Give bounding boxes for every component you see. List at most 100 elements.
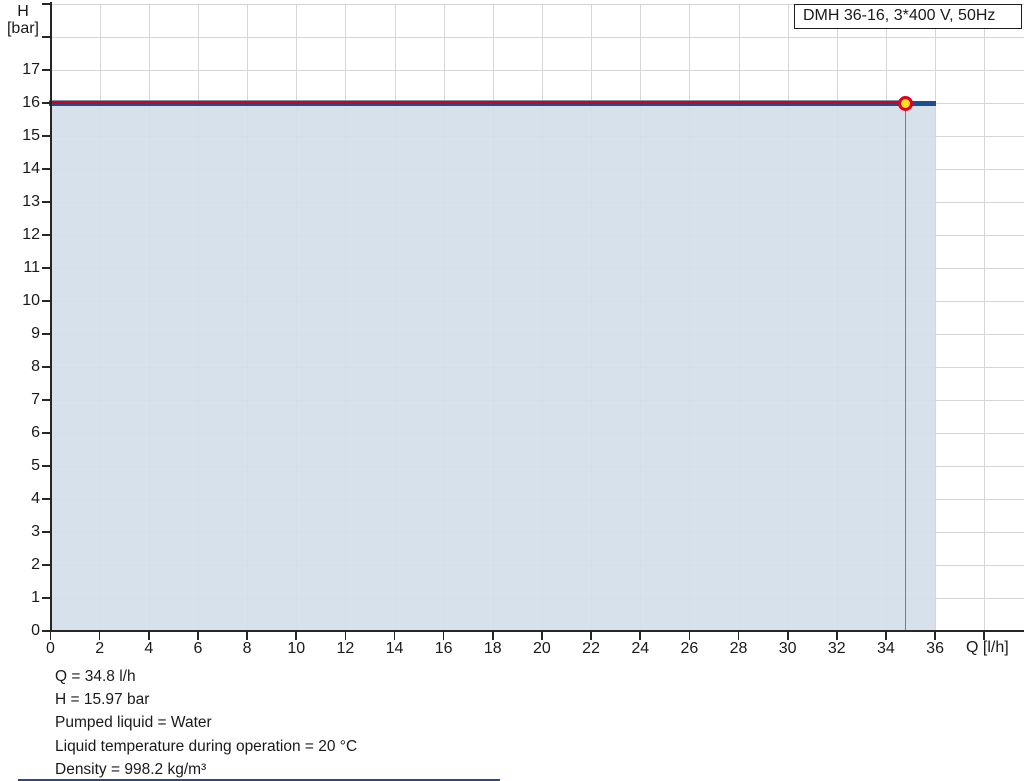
x-tick — [885, 632, 887, 640]
area-fill — [50, 106, 936, 630]
x-tick — [49, 632, 52, 640]
v-gridline — [984, 4, 986, 631]
x-tick — [246, 632, 248, 640]
y-tick — [42, 168, 50, 170]
x-tick — [393, 632, 396, 640]
operating-point-marker[interactable] — [898, 95, 914, 111]
y-tick-label: 0 — [31, 622, 40, 639]
selected-duty-range-curve — [49, 101, 906, 104]
y-tick — [42, 432, 50, 434]
y-tick-label: 4 — [31, 490, 40, 507]
y-tick-label: 17 — [22, 61, 40, 78]
y-axis-line — [49, 2, 52, 632]
x-tick — [492, 632, 494, 640]
y-tick-label: 6 — [31, 424, 40, 441]
y-tick-label: 8 — [31, 358, 40, 375]
pump-curve-chart: H [bar] Q [l/h] DMH 36-16, 3*400 V, 50Hz… — [0, 0, 1024, 781]
x-tick — [295, 632, 298, 640]
x-tick-label: 24 — [631, 640, 650, 657]
x-tick-label: 18 — [483, 640, 502, 657]
x-tick — [197, 632, 199, 640]
curve-top-edge — [49, 100, 906, 102]
x-tick — [934, 632, 936, 640]
v-gridline — [935, 4, 937, 631]
y-tick — [42, 531, 50, 533]
x-tick-label: 22 — [582, 640, 600, 657]
y-tick — [42, 564, 50, 566]
y-tick — [42, 465, 50, 467]
y-tick-label: 3 — [31, 523, 40, 540]
x-tick-label: 14 — [385, 640, 404, 657]
x-tick — [590, 632, 592, 640]
x-tick — [786, 632, 789, 640]
y-tick — [42, 234, 50, 236]
y-tick — [42, 498, 50, 500]
x-tick — [148, 632, 150, 640]
x-tick-label: 20 — [533, 640, 551, 657]
y-tick-label: 1 — [31, 589, 40, 606]
x-tick-label: 28 — [729, 640, 748, 657]
y-tick-label: 15 — [22, 127, 40, 144]
x-tick-label: 26 — [680, 640, 699, 657]
x-tick-label: 10 — [287, 640, 306, 657]
duty-info-block: Q = 34.8 l/h H = 15.97 bar Pumped liquid… — [55, 665, 357, 781]
y-tick — [42, 3, 50, 5]
duty-point-line — [904, 103, 907, 630]
y-tick-label: 16 — [22, 94, 40, 111]
y-tick-label: 2 — [31, 556, 40, 573]
x-tick — [688, 632, 691, 640]
x-tick-label: 2 — [95, 640, 105, 657]
x-tick — [639, 632, 642, 640]
y-tick-label: 14 — [22, 160, 40, 177]
legend-box: DMH 36-16, 3*400 V, 50Hz — [794, 4, 1022, 29]
x-tick-label: 8 — [242, 640, 252, 657]
x-tick-label: 12 — [336, 640, 355, 657]
x-axis-title: Q [l/h] — [966, 639, 1009, 656]
y-tick — [42, 36, 50, 38]
x-tick — [98, 632, 101, 640]
legend-label: DMH 36-16, 3*400 V, 50Hz — [803, 7, 996, 24]
x-tick — [983, 632, 986, 640]
y-tick-label: 10 — [22, 292, 40, 309]
y-tick-label: 12 — [22, 226, 40, 243]
info-line-h: H = 15.97 bar — [55, 691, 150, 709]
h-gridline — [50, 70, 1024, 71]
x-tick — [737, 632, 740, 640]
x-tick-label: 6 — [193, 640, 203, 657]
y-tick-label: 9 — [31, 325, 40, 342]
x-tick-label: 30 — [778, 640, 797, 657]
x-tick — [442, 632, 445, 640]
y-axis-title: H [bar] — [0, 3, 46, 37]
y-tick — [42, 102, 50, 104]
y-tick-label: 7 — [31, 391, 40, 408]
y-tick — [42, 267, 50, 269]
h-gridline — [50, 37, 1024, 38]
y-tick — [42, 69, 50, 71]
x-tick-label: 36 — [926, 640, 944, 657]
x-axis-line — [48, 630, 1024, 632]
y-tick-label: 13 — [22, 193, 40, 210]
y-axis-title-symbol: H — [17, 3, 29, 20]
y-tick — [42, 333, 50, 335]
y-tick — [42, 399, 50, 401]
x-tick — [344, 632, 347, 640]
y-tick — [42, 300, 50, 302]
x-tick — [836, 632, 838, 640]
info-line-density: Density = 998.2 kg/m³ — [55, 760, 207, 778]
y-tick — [42, 201, 50, 203]
x-tick-label: 16 — [434, 640, 453, 657]
y-tick — [42, 366, 50, 368]
y-axis-title-unit: [bar] — [6, 20, 39, 37]
y-tick — [42, 135, 50, 137]
info-line-temperature: Liquid temperature during operation = 20… — [55, 737, 358, 755]
x-tick-label: 0 — [46, 640, 55, 657]
x-tick — [541, 632, 543, 640]
x-tick-label: 34 — [877, 640, 895, 657]
x-tick-label: 32 — [827, 640, 846, 657]
info-line-liquid: Pumped liquid = Water — [55, 714, 212, 732]
x-tick-label: 4 — [144, 640, 154, 657]
y-tick-label: 5 — [31, 457, 40, 474]
y-tick — [42, 597, 50, 599]
y-tick-label: 11 — [23, 259, 40, 276]
info-line-q: Q = 34.8 l/h — [55, 668, 136, 685]
